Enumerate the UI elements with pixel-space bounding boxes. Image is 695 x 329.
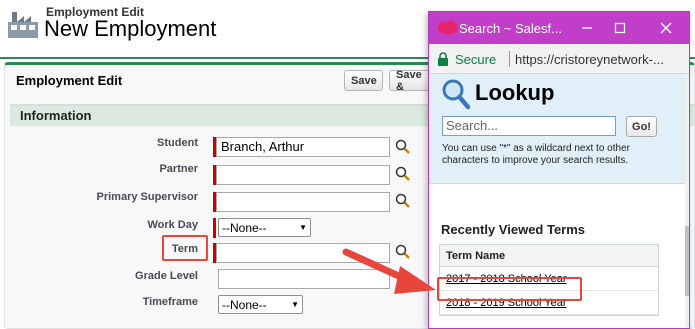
timeframe-select[interactable]: --None-- ▼ <box>218 295 303 314</box>
lookup-icon[interactable] <box>395 166 411 182</box>
student-field[interactable]: Branch, Arthur <box>216 137 390 157</box>
popup-titlebar[interactable]: Search ~ Salesf... <box>429 12 689 44</box>
save-button[interactable]: Save <box>344 70 383 91</box>
lookup-heading: Lookup <box>475 80 555 105</box>
term-label-highlight <box>162 235 208 261</box>
screenshot-stage: Employment Edit New Employment Employmen… <box>0 0 695 329</box>
work-day-label: Work Day <box>147 219 198 231</box>
popup-window-title: Search ~ Salesf... <box>459 21 562 36</box>
table-header: Term Name <box>440 245 658 267</box>
close-icon[interactable] <box>656 18 676 38</box>
panel-title: Employment Edit <box>16 73 123 88</box>
help-text: You can use "*" as a wildcard next to ot… <box>442 143 672 167</box>
scrollbar[interactable] <box>685 74 689 328</box>
primary-supervisor-field[interactable] <box>216 192 390 212</box>
recent-heading: Recently Viewed Terms <box>441 222 586 237</box>
partner-label: Partner <box>159 163 198 175</box>
salesforce-cloud-icon <box>438 20 458 35</box>
partner-field[interactable] <box>216 165 390 185</box>
url-text[interactable]: https://cristoreynetwork-... <box>515 52 664 67</box>
section-title: Information <box>20 108 92 123</box>
help-text-line: You can use "*" as a wildcard next to ot… <box>442 143 630 154</box>
lock-icon <box>438 52 448 66</box>
lookup-icon[interactable] <box>395 193 411 209</box>
lookup-icon[interactable] <box>395 139 411 155</box>
go-button[interactable]: Go! <box>626 116 657 137</box>
work-day-value: --None-- <box>222 220 267 235</box>
required-indicator <box>213 218 216 238</box>
address-bar[interactable]: Secure https://cristoreynetwork-... <box>429 44 689 74</box>
search-input[interactable]: Search... <box>442 116 616 136</box>
timeframe-label: Timeframe <box>142 296 198 308</box>
chevron-down-icon: ▼ <box>299 223 307 232</box>
lookup-search-area: Lookup Search... Go! You can use "*" as … <box>429 74 685 184</box>
student-label: Student <box>157 137 198 149</box>
selected-term-highlight <box>437 277 582 301</box>
timeframe-value: --None-- <box>222 297 267 312</box>
red-arrow-icon <box>342 248 436 294</box>
page-title: New Employment <box>44 16 217 41</box>
chevron-down-icon: ▼ <box>291 300 299 309</box>
address-separator <box>509 51 510 67</box>
help-text-line: characters to improve your search result… <box>442 155 629 166</box>
primary-supervisor-label: Primary Supervisor <box>96 191 199 203</box>
grade-level-label: Grade Level <box>135 270 198 282</box>
maximize-icon[interactable] <box>610 18 630 38</box>
minimize-icon[interactable] <box>577 18 597 38</box>
magnifier-icon <box>442 79 471 110</box>
work-day-select[interactable]: --None-- ▼ <box>218 218 311 237</box>
secure-label: Secure <box>455 52 497 67</box>
employment-icon <box>8 12 38 38</box>
scrollbar-thumb[interactable] <box>685 226 689 296</box>
